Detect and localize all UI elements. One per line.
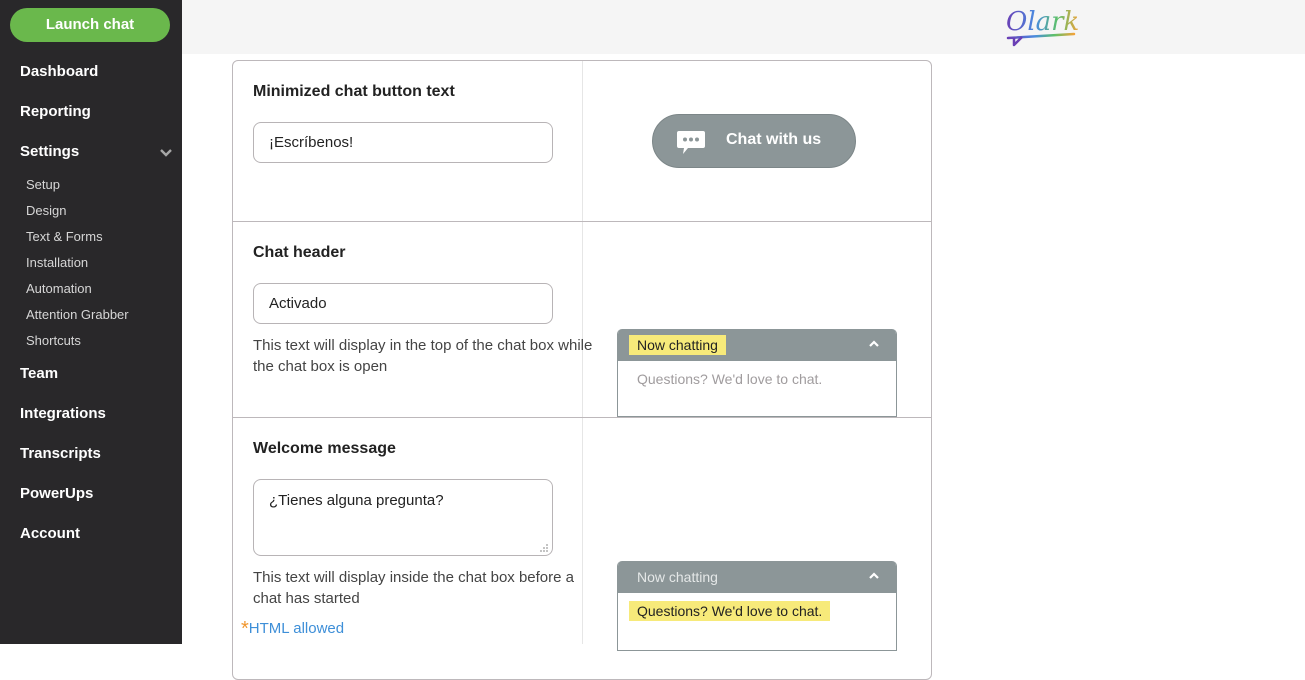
sidebar: Launch chat Dashboard Reporting Settings… [0, 0, 182, 644]
olark-logo[interactable]: Olark [1000, 2, 1080, 48]
sidebar-item-settings[interactable]: Settings [20, 143, 79, 160]
sidebar-subitem-design[interactable]: Design [26, 203, 66, 218]
preview-title: Now chatting [637, 569, 718, 585]
logo-text: Olark [1006, 7, 1079, 37]
sidebar-subitem-text-forms[interactable]: Text & Forms [26, 229, 103, 244]
sidebar-item-dashboard[interactable]: Dashboard [20, 63, 98, 80]
sidebar-item-team[interactable]: Team [20, 365, 58, 382]
top-bar [182, 0, 1305, 54]
html-allowed-link[interactable]: HTML allowed [249, 620, 344, 637]
sidebar-item-reporting[interactable]: Reporting [20, 103, 91, 120]
sidebar-subitem-installation[interactable]: Installation [26, 255, 88, 270]
sidebar-subitem-shortcuts[interactable]: Shortcuts [26, 333, 81, 348]
chat-bubble-icon [677, 131, 705, 154]
welcome-message-title: Welcome message [253, 440, 396, 457]
chevron-up-icon [869, 572, 879, 579]
sidebar-item-transcripts[interactable]: Transcripts [20, 445, 101, 462]
welcome-message-textarea[interactable]: ¿Tienes alguna pregunta? [253, 479, 553, 556]
preview-header: Now chatting [618, 329, 896, 361]
preview-title: Now chatting [629, 335, 726, 355]
preview-message: Questions? We'd love to chat. [629, 601, 831, 621]
section-divider [233, 221, 931, 222]
html-allowed-note: *HTML allowed [241, 618, 344, 643]
chat-button-preview[interactable]: Chat with us [652, 114, 856, 168]
sidebar-subitem-automation[interactable]: Automation [26, 281, 92, 296]
asterisk-icon: * [241, 618, 249, 640]
sidebar-subitem-attention-grabber[interactable]: Attention Grabber [26, 307, 129, 322]
minimized-button-title: Minimized chat button text [253, 83, 455, 100]
resize-handle-icon[interactable] [539, 543, 549, 553]
welcome-message-help-text: This text will display inside the chat b… [253, 569, 574, 607]
chevron-down-icon[interactable] [158, 147, 174, 159]
chat-header-input[interactable] [253, 283, 553, 324]
launch-chat-button[interactable]: Launch chat [10, 8, 170, 42]
sidebar-subitem-setup[interactable]: Setup [26, 177, 60, 192]
chat-button-label: Chat with us [726, 131, 822, 148]
sidebar-item-powerups[interactable]: PowerUps [20, 485, 93, 502]
chat-header-title: Chat header [253, 244, 346, 261]
preview-header: Now chatting [618, 561, 896, 593]
welcome-message-preview: Now chatting Questions? We'd love to cha… [617, 561, 897, 651]
minimized-button-text-input[interactable] [253, 122, 553, 163]
chevron-up-icon [869, 340, 879, 347]
chat-header-help-text: This text will display in the top of the… [253, 337, 593, 375]
chat-header-preview: Now chatting Questions? We'd love to cha… [617, 329, 897, 417]
sidebar-item-integrations[interactable]: Integrations [20, 405, 106, 422]
preview-message: Questions? We'd love to chat. [637, 371, 823, 387]
sidebar-item-account[interactable]: Account [20, 525, 80, 542]
section-divider [233, 417, 931, 418]
